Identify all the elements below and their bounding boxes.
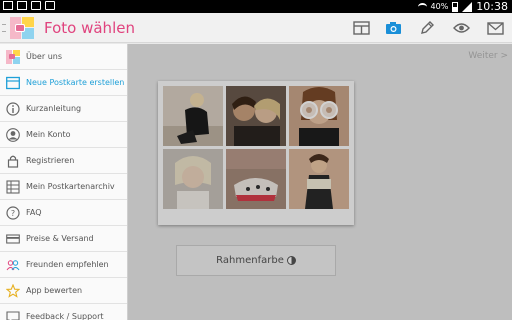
mail-notification-icon [17,1,27,10]
nav-label: Über uns [26,52,62,61]
help-icon: ? [6,205,20,220]
nav-label: Mein Konto [26,130,71,139]
user-icon [6,127,20,142]
eye-icon[interactable] [452,20,470,36]
nav-item-register[interactable]: Registrieren [0,148,127,174]
pencil-icon[interactable] [418,20,436,36]
nav-label: App bewerten [26,286,83,295]
drawer-indicator-icon[interactable] [2,24,6,32]
battery-percent: 40% [430,2,449,11]
lock-icon [6,154,20,168]
nav-item-new-postcard[interactable]: Neue Postkarte erstellen [0,70,127,96]
info-icon [6,101,20,116]
mail-icon[interactable] [486,20,504,36]
nav-label: Kurzanleitung [26,104,82,113]
system-status: 40% 10:38 [417,0,508,13]
new-postcard-icon [6,76,20,90]
nav-item-faq[interactable]: ? FAQ [0,200,127,226]
calendar-notification-icon [31,1,41,10]
signal-icon [462,1,473,12]
status-bar: 40% 10:38 [0,0,512,13]
clock: 10:38 [476,0,508,13]
nav-label: Freunden empfehlen [26,260,109,269]
page-title: Foto wählen [44,19,135,37]
camera-icon[interactable] [384,20,402,36]
navigation-drawer: Über uns Neue Postkarte erstellen Kurzan… [0,44,128,320]
battery-icon [452,1,459,12]
nav-label: FAQ [26,208,42,217]
star-icon [6,283,20,298]
nav-label: Neue Postkarte erstellen [26,78,125,87]
credit-card-icon [6,232,20,246]
nav-item-recommend[interactable]: Freunden empfehlen [0,252,127,278]
notification-icons [3,1,55,10]
layout-icon[interactable] [352,20,370,36]
archive-icon [6,179,20,194]
nav-item-archive[interactable]: Mein Postkartenarchiv [0,174,127,200]
gallery-notification-icon [3,1,13,10]
wifi-icon [417,2,427,11]
nav-label: Preise & Versand [26,234,94,243]
nav-item-about[interactable]: Über uns [0,44,127,70]
nav-item-rate-app[interactable]: App bewerten [0,278,127,304]
nav-label: Registrieren [26,156,75,165]
nav-item-quick-guide[interactable]: Kurzanleitung [0,96,127,122]
task-notification-icon [45,1,55,10]
feedback-icon [6,310,20,320]
app-logo-icon [6,49,20,64]
nav-item-account[interactable]: Mein Konto [0,122,127,148]
action-bar: Foto wählen [0,13,512,43]
nav-label: Feedback / Support [26,312,104,320]
app-logo-icon[interactable] [10,17,34,39]
friends-icon [6,258,20,272]
nav-label: Mein Postkartenarchiv [26,182,115,191]
nav-item-feedback[interactable]: Feedback / Support [0,304,127,320]
svg-text:?: ? [11,209,15,218]
drawer-scrim[interactable] [128,44,512,320]
nav-item-pricing[interactable]: Preise & Versand [0,226,127,252]
